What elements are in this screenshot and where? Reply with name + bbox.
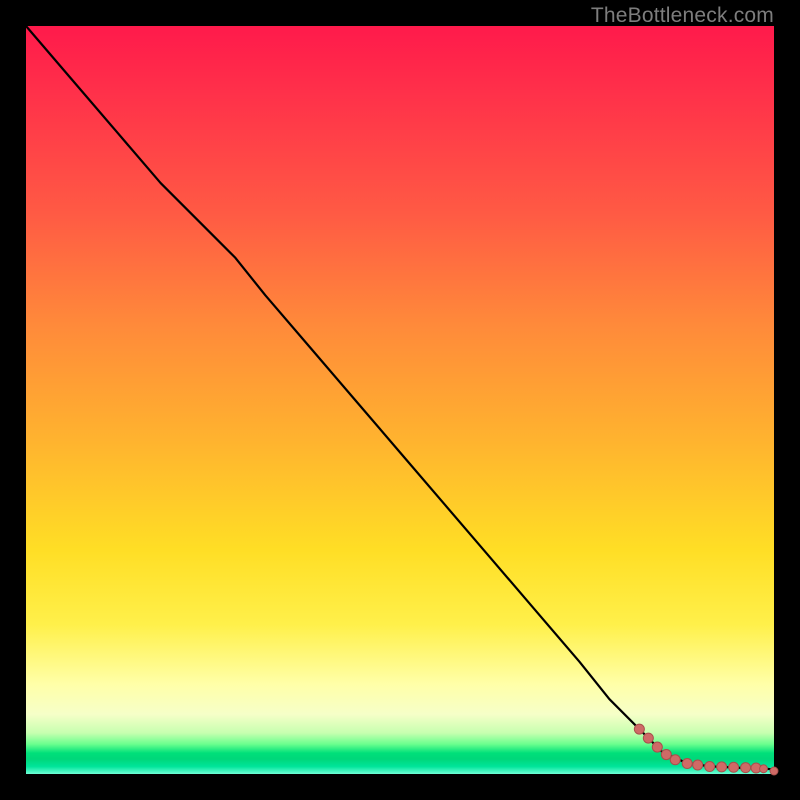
data-point: [705, 762, 715, 772]
data-point: [634, 724, 644, 734]
data-point: [717, 762, 727, 772]
data-point: [652, 742, 662, 752]
data-point: [760, 765, 768, 773]
data-point: [729, 762, 739, 772]
data-point: [643, 733, 653, 743]
data-points-group: [634, 724, 778, 775]
data-point: [661, 750, 671, 760]
data-point: [682, 759, 692, 769]
watermark-text: TheBottleneck.com: [591, 4, 774, 28]
data-point: [741, 763, 751, 773]
data-point: [770, 767, 778, 775]
data-point: [670, 755, 680, 765]
chart-overlay: [26, 26, 774, 774]
bottleneck-curve: [26, 26, 774, 770]
chart-frame: TheBottleneck.com: [0, 0, 800, 800]
data-point: [693, 760, 703, 770]
